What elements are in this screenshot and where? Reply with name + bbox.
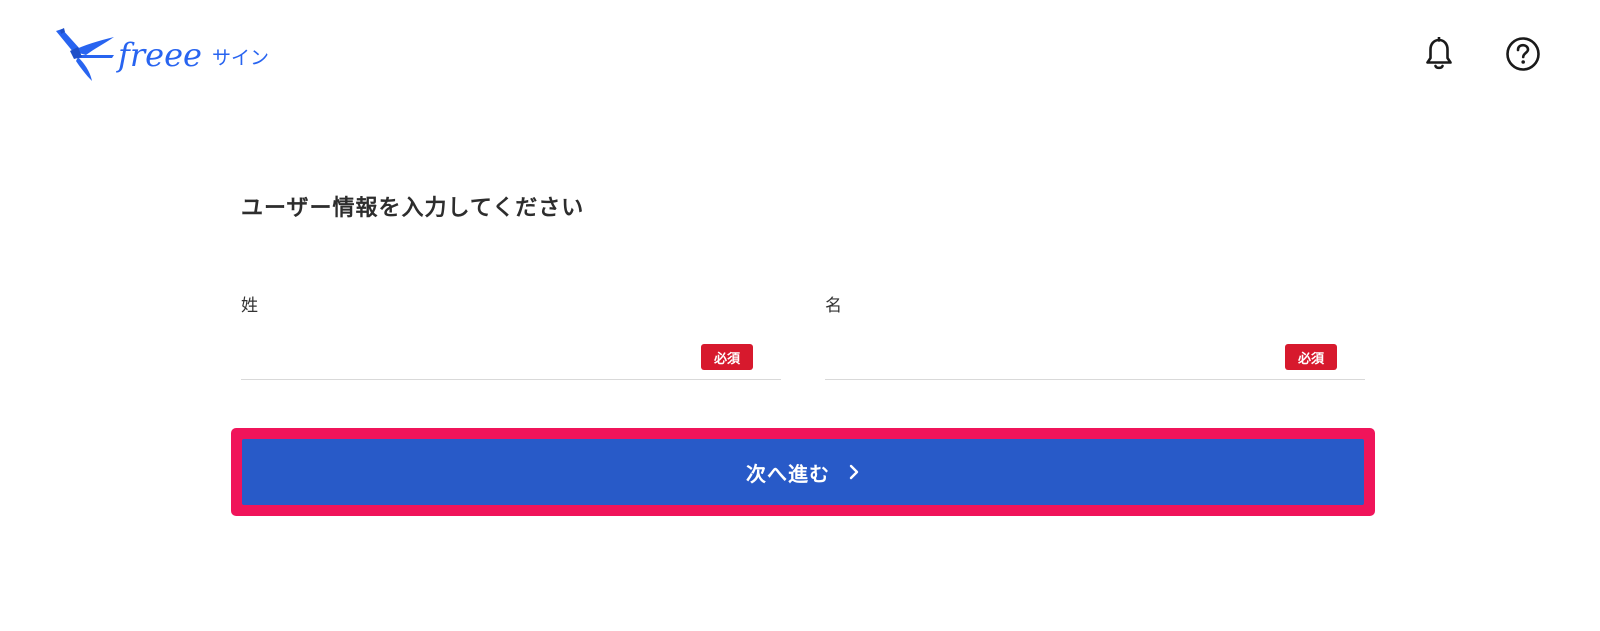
next-button-label: 次へ進む [746, 461, 830, 486]
next-button[interactable]: 次へ進む [242, 439, 1364, 505]
first-name-field: 名 必須 [825, 288, 1365, 392]
logo-brand-text: freee [118, 36, 202, 74]
app-header: freee サイン [0, 0, 1600, 110]
first-name-label: 名 [825, 296, 842, 316]
page-title: ユーザー情報を入力してください [241, 196, 585, 221]
required-badge: 必須 [1285, 344, 1337, 370]
swallow-logo-icon [56, 28, 114, 81]
last-name-input[interactable] [241, 338, 781, 380]
chevron-right-icon [848, 464, 860, 480]
freee-sign-logo[interactable]: freee サイン [54, 26, 269, 84]
bell-icon [1426, 37, 1452, 70]
last-name-field: 姓 必須 [241, 288, 781, 392]
required-badge: 必須 [701, 344, 753, 370]
last-name-label: 姓 [241, 296, 258, 316]
notifications-button[interactable] [1417, 32, 1461, 76]
first-name-input[interactable] [825, 338, 1365, 380]
logo-product-text: サイン [211, 46, 269, 69]
help-button[interactable] [1501, 32, 1545, 76]
help-circle-icon [1506, 37, 1540, 71]
